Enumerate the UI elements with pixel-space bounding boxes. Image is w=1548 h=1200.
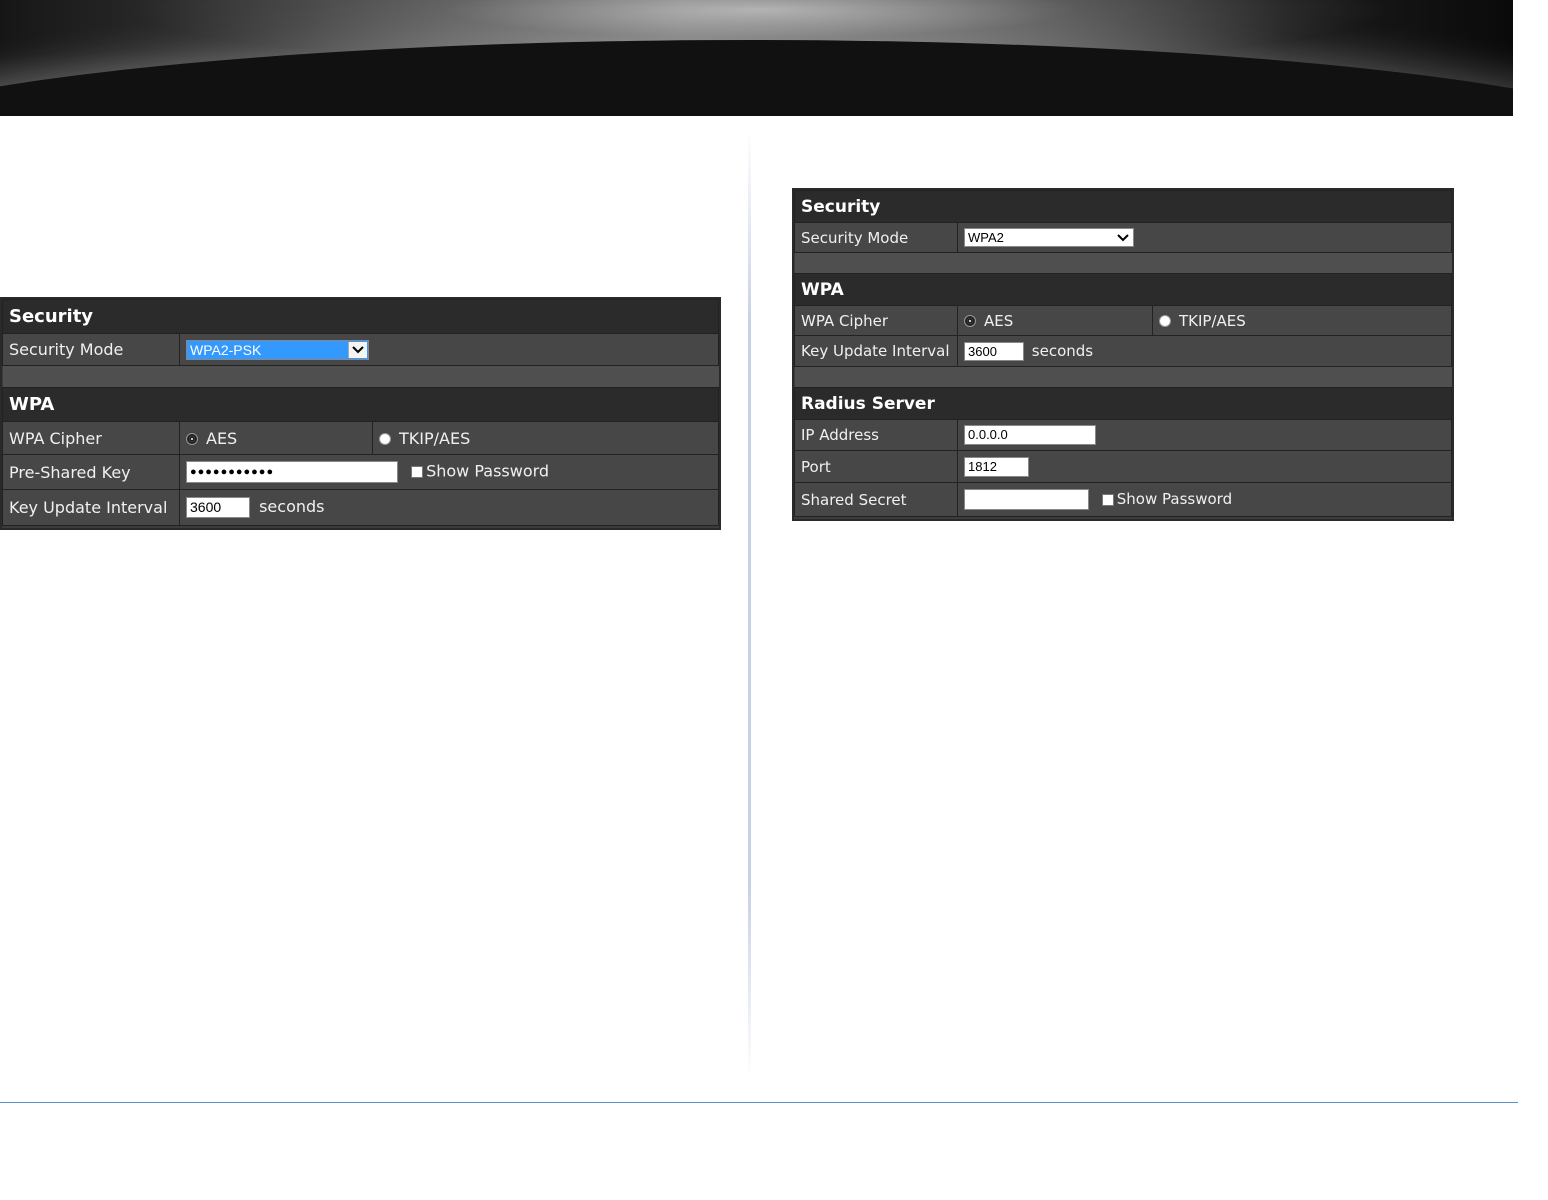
cipher-tkip-label: TKIP/AES [1179,311,1246,330]
port-input[interactable]: 1812 [964,456,1029,477]
left-settings-panel: Security Security Mode WPA2-PSK WPA WPA … [0,297,721,530]
right-security-mode-label: Security Mode [794,222,958,253]
left-interval-cell: 3600 seconds [179,489,719,526]
right-security-mode-cell: WPA2 [957,222,1452,253]
ip-address-input[interactable]: 0.0.0.0 [964,425,1096,445]
interval-unit: seconds [259,497,325,516]
radio-icon[interactable] [964,315,976,327]
left-wpa-title: WPA [2,387,719,422]
shared-secret-cell: Show Password [957,482,1452,517]
port-cell: 1812 [957,450,1452,483]
security-mode-select[interactable]: WPA2-PSK [186,339,369,360]
show-password-label: Show Password [1116,490,1233,508]
key-update-interval-input[interactable]: 3600 [186,497,250,518]
radio-icon[interactable] [186,433,198,445]
left-security-mode-cell: WPA2-PSK [179,333,719,366]
right-cipher-aes-cell[interactable]: AES [957,305,1153,336]
footer-rule [0,1102,1518,1103]
right-wpa-cipher-label: WPA Cipher [794,305,958,336]
checkbox-icon[interactable] [411,466,424,478]
banner-arc [0,40,1513,116]
right-security-title: Security [794,190,1452,223]
section-gap [794,252,1452,274]
left-interval-label: Key Update Interval [2,489,180,526]
right-settings-panel: Security Security Mode WPA2 WPA WPA Ciph… [792,188,1454,521]
left-security-table: Security Security Mode WPA2-PSK WPA WPA … [2,299,719,526]
chevron-down-icon [1114,230,1132,245]
security-mode-select[interactable]: WPA2 [964,228,1134,247]
left-security-title: Security [2,299,719,334]
ip-address-cell: 0.0.0.0 [957,419,1452,451]
radio-icon[interactable] [1159,315,1171,327]
show-password-label: Show Password [426,461,550,481]
shared-secret-label: Shared Secret [794,482,958,517]
column-divider [748,130,751,1080]
header-banner [0,0,1513,116]
right-wpa-title: WPA [794,273,1452,306]
radius-server-title: Radius Server [794,387,1452,420]
section-gap [2,365,719,388]
right-cipher-tkip-cell[interactable]: TKIP/AES [1152,305,1452,336]
right-settings-table: Security Security Mode WPA2 WPA WPA Ciph… [794,190,1452,517]
chevron-down-icon [348,341,367,358]
interval-unit: seconds [1031,341,1094,360]
left-wpa-cipher-label: WPA Cipher [2,421,180,455]
port-label: Port [794,450,958,483]
left-cipher-aes-cell[interactable]: AES [179,421,373,455]
cipher-tkip-label: TKIP/AES [399,428,471,448]
left-psk-cell: ●●●●●●●●●●● Show Password [179,454,719,490]
security-mode-value: WPA2-PSK [190,341,262,358]
shared-secret-input[interactable] [964,489,1089,510]
cipher-aes-label: AES [206,428,238,448]
pre-shared-key-input[interactable]: ●●●●●●●●●●● [186,461,398,483]
ip-address-label: IP Address [794,419,958,451]
key-update-interval-input[interactable]: 3600 [964,341,1024,361]
right-interval-label: Key Update Interval [794,335,958,367]
radio-icon[interactable] [379,433,391,445]
section-gap [794,366,1452,388]
checkbox-icon[interactable] [1101,493,1114,506]
security-mode-value: WPA2 [968,230,1004,245]
left-security-mode-label: Security Mode [2,333,180,366]
left-cipher-tkip-cell[interactable]: TKIP/AES [372,421,719,455]
right-interval-cell: 3600 seconds [957,335,1452,367]
left-psk-label: Pre-Shared Key [2,454,180,490]
cipher-aes-label: AES [984,311,1014,330]
